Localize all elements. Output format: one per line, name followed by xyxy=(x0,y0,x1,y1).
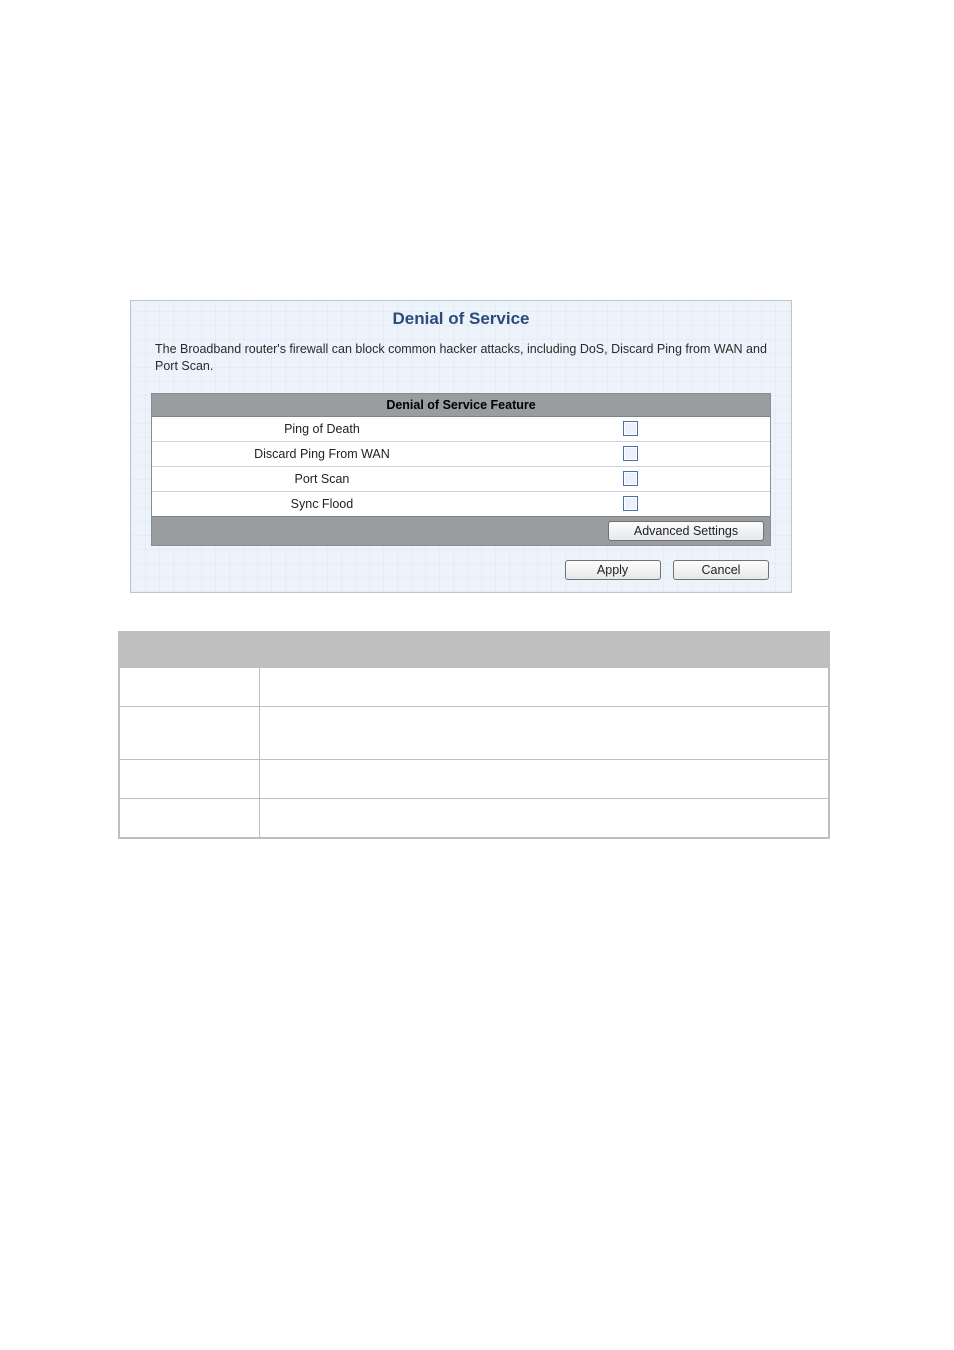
table-row xyxy=(119,667,829,706)
checkbox-port-scan[interactable] xyxy=(623,471,638,486)
page-title: Denial of Service xyxy=(131,301,791,335)
dos-settings-panel: Denial of Service The Broadband router's… xyxy=(130,300,792,593)
desc-cell xyxy=(259,798,829,838)
desc-cell xyxy=(259,706,829,759)
feature-table-header: Denial of Service Feature xyxy=(152,394,770,417)
table-row xyxy=(119,759,829,798)
feature-footer: Advanced Settings xyxy=(152,516,770,545)
param-cell xyxy=(119,759,259,798)
feature-row: Discard Ping From WAN xyxy=(152,442,770,467)
feature-row: Sync Flood xyxy=(152,492,770,516)
desc-cell xyxy=(259,759,829,798)
parameter-description-table xyxy=(118,631,830,839)
checkbox-sync-flood[interactable] xyxy=(623,496,638,511)
action-row: Apply Cancel xyxy=(131,546,791,582)
apply-button[interactable]: Apply xyxy=(565,560,661,580)
advanced-settings-button[interactable]: Advanced Settings xyxy=(608,521,764,541)
table-row xyxy=(119,706,829,759)
param-cell xyxy=(119,798,259,838)
feature-row: Ping of Death xyxy=(152,417,770,442)
desc-cell xyxy=(259,667,829,706)
feature-table: Denial of Service Feature Ping of Death … xyxy=(151,393,771,546)
checkbox-discard-ping-from-wan[interactable] xyxy=(623,446,638,461)
table-row xyxy=(119,798,829,838)
feature-label: Sync Flood xyxy=(152,493,492,515)
feature-label: Discard Ping From WAN xyxy=(152,443,492,465)
feature-label: Ping of Death xyxy=(152,418,492,440)
page-description: The Broadband router's firewall can bloc… xyxy=(131,335,791,393)
feature-row: Port Scan xyxy=(152,467,770,492)
checkbox-ping-of-death[interactable] xyxy=(623,421,638,436)
param-cell xyxy=(119,706,259,759)
cancel-button[interactable]: Cancel xyxy=(673,560,769,580)
table-header-desc xyxy=(259,632,829,668)
feature-label: Port Scan xyxy=(152,468,492,490)
table-header-param xyxy=(119,632,259,668)
param-cell xyxy=(119,667,259,706)
